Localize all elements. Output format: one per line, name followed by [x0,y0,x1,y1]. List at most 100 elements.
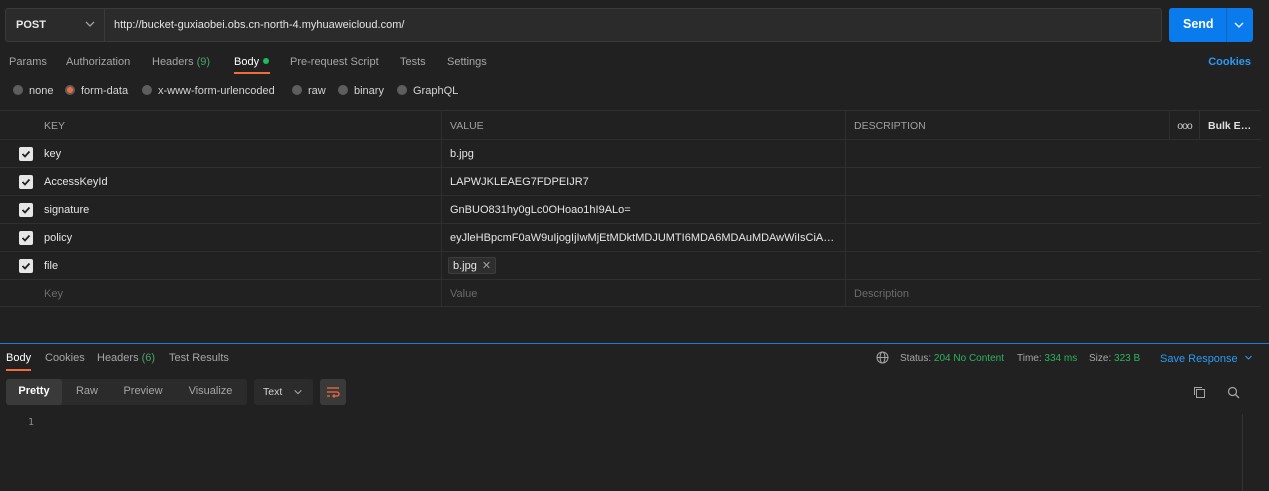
row-checkbox-cell [0,196,36,223]
radio-raw[interactable]: raw [292,85,326,97]
row-description[interactable] [845,140,1169,167]
checkbox-checked[interactable] [19,259,33,273]
description-placeholder[interactable]: Description [845,280,1169,306]
url-text: http://bucket-guxiaobei.obs.cn-north-4.m… [114,19,405,31]
table-row: policy eyJleHBpcmF0aW9uIjogIjIwMjEtMDktM… [0,223,1261,251]
checkbox-checked[interactable] [19,147,33,161]
header-description: DESCRIPTION [845,111,1169,139]
check-icon [21,178,31,186]
globe-icon[interactable] [876,351,889,364]
table-row: key b.jpg [0,139,1261,167]
header-checkbox-cell [0,111,36,139]
bulk-edit-button[interactable]: Bulk Edit [1199,111,1261,139]
row-checkbox-cell [0,224,36,251]
row-value[interactable]: eyJleHBpcmF0aW9uIjogIjIwMjEtMDktMDJUMTI6… [441,224,845,251]
row-description[interactable] [845,252,1169,279]
radio-icon [13,85,23,95]
more-options-icon[interactable]: ooo [1169,111,1199,139]
tab-body-label: Body [234,56,260,68]
search-icon[interactable] [1227,386,1240,399]
view-tab-group: Pretty Raw Preview Visualize [6,379,247,405]
view-tab-preview[interactable]: Preview [112,379,174,405]
check-icon [21,234,31,242]
tab-tests[interactable]: Tests [400,56,426,68]
body-indicator-dot [263,58,270,64]
radio-binary[interactable]: binary [338,85,384,97]
tab-params[interactable]: Params [9,56,47,68]
resp-tab-body[interactable]: Body [6,352,31,364]
radio-none-label: none [29,85,54,97]
row-key[interactable]: file [36,252,441,279]
row-key[interactable]: signature [36,196,441,223]
view-tab-raw[interactable]: Raw [62,379,112,405]
row-value[interactable]: GnBUO831hy0gLc0OHoao1hI9ALo= [441,196,845,223]
status-label: Status: [900,353,932,364]
check-icon [21,150,31,158]
value-placeholder[interactable]: Value [441,280,845,306]
tab-authorization[interactable]: Authorization [66,56,130,68]
checkbox-checked[interactable] [19,231,33,245]
resp-tab-test-results[interactable]: Test Results [169,352,229,364]
checkbox-checked[interactable] [19,203,33,217]
view-tab-visualize[interactable]: Visualize [174,379,247,405]
method-select[interactable]: POST [5,8,105,42]
row-checkbox-cell [0,168,36,195]
checkbox-checked[interactable] [19,175,33,189]
cookies-link[interactable]: Cookies [1208,56,1251,68]
row-key[interactable]: AccessKeyId [36,168,441,195]
row-key[interactable]: key [36,140,441,167]
row-value[interactable]: b.jpg [441,140,845,167]
chevron-down-icon [85,21,95,27]
file-chip: b.jpg ✕ [448,257,497,274]
save-response-button[interactable]: Save Response [1160,353,1253,365]
chevron-down-icon [294,389,302,395]
key-placeholder[interactable]: Key [36,280,441,306]
tab-settings[interactable]: Settings [447,56,487,68]
table-row-empty: Key Value Description [0,279,1261,307]
radio-none[interactable]: none [13,85,53,97]
resp-tab-cookies[interactable]: Cookies [45,352,85,364]
header-value: VALUE [441,111,845,139]
wrap-lines-button[interactable] [320,379,346,405]
format-label: Text [263,386,283,398]
response-scrollbar[interactable] [1242,414,1252,491]
radio-form-data-label: form-data [81,85,129,97]
pane-divider[interactable] [0,343,1269,344]
check-icon [21,206,31,214]
format-select[interactable]: Text [254,379,313,405]
active-tab-underline [234,72,270,74]
row-checkbox-cell [0,140,36,167]
row-description[interactable] [845,168,1169,195]
view-tab-pretty[interactable]: Pretty [6,379,62,405]
send-button[interactable]: Send [1169,8,1253,42]
chevron-down-icon[interactable] [1233,19,1245,31]
send-separator [1226,8,1227,42]
radio-urlencoded[interactable]: x-www-form-urlencoded [142,85,275,97]
radio-graphql[interactable]: GraphQL [397,85,458,97]
tab-headers[interactable]: Headers (9) [152,56,210,68]
resp-tab-headers-count: (6) [141,352,156,364]
status-value[interactable]: 204 No Content [934,353,1004,364]
chevron-down-icon [1244,355,1252,360]
body-type-selector: none form-data x-www-form-urlencoded raw… [0,85,1269,101]
tab-body[interactable]: Body [234,56,270,68]
tab-headers-label: Headers [152,56,194,68]
time-value[interactable]: 334 ms [1044,353,1077,364]
form-data-table: KEY VALUE DESCRIPTION ooo Bulk Edit key … [0,110,1261,307]
url-input[interactable]: http://bucket-guxiaobei.obs.cn-north-4.m… [105,8,1162,42]
size-value[interactable]: 323 B [1114,353,1140,364]
row-description[interactable] [845,196,1169,223]
tab-prerequest-script[interactable]: Pre-request Script [290,56,379,68]
resp-tab-headers[interactable]: Headers (6) [97,352,155,364]
table-row: signature GnBUO831hy0gLc0OHoao1hI9ALo= [0,195,1261,223]
status-readout: Status: 204 No Content [900,353,1004,364]
row-key[interactable]: policy [36,224,441,251]
active-tab-underline [6,369,31,371]
radio-binary-label: binary [354,85,384,97]
row-value[interactable]: LAPWJKLEAEG7FDPEIJR7 [441,168,845,195]
copy-icon[interactable] [1193,386,1206,399]
remove-file-icon[interactable]: ✕ [482,260,491,272]
wrap-lines-icon [327,387,340,398]
radio-form-data[interactable]: form-data [65,85,128,97]
row-description[interactable] [845,224,1169,251]
